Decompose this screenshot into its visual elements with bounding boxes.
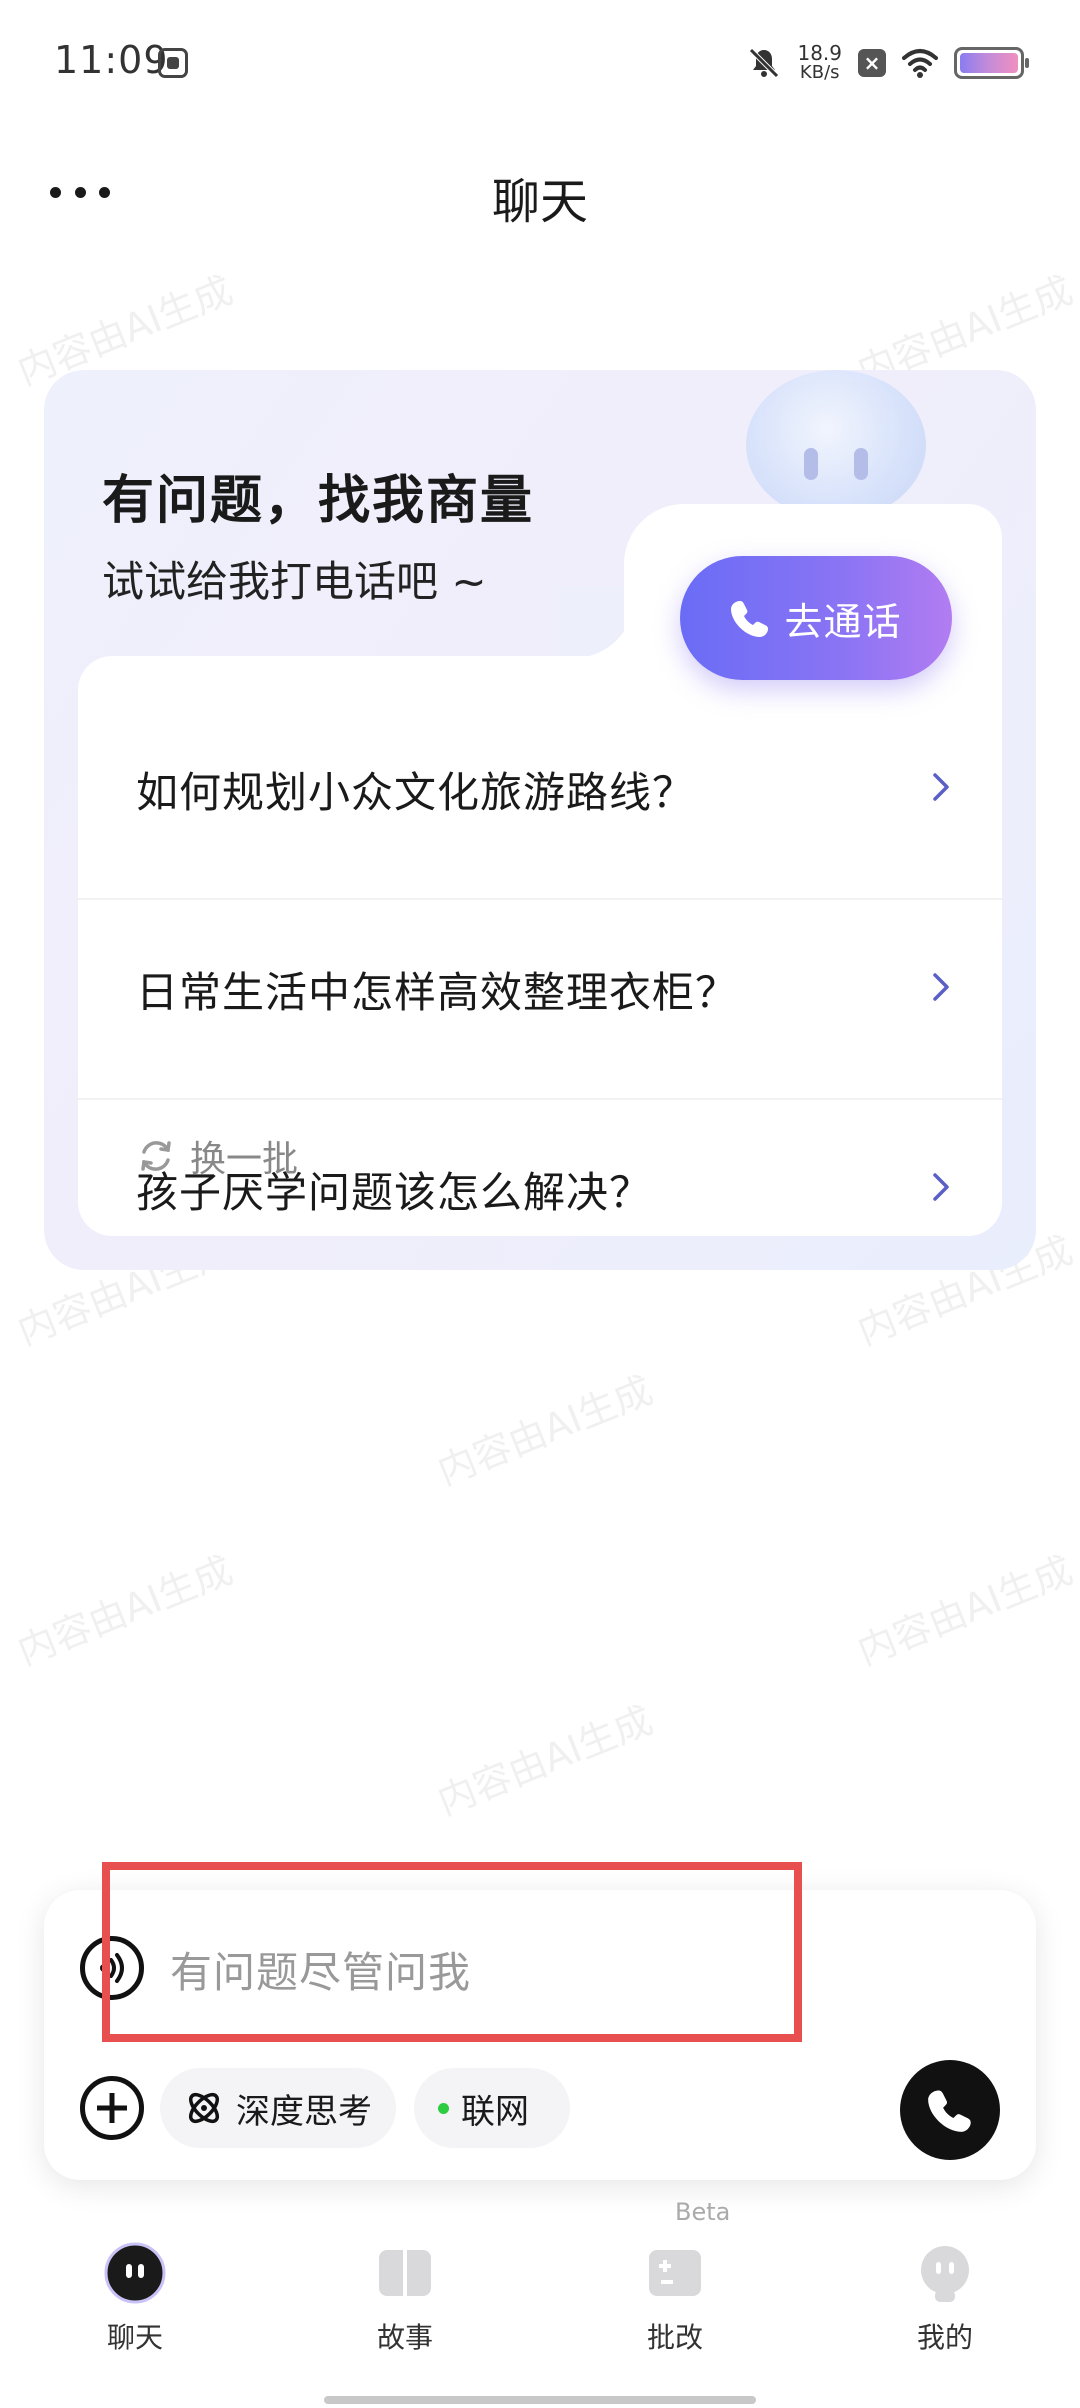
app-notification-icon: [158, 48, 188, 78]
question-text: 如何规划小众文化旅游路线？: [136, 767, 696, 817]
status-time: 11:09: [54, 38, 169, 82]
profile-icon: [913, 2242, 977, 2304]
nav-label: 我的: [916, 2321, 973, 2354]
page-title: 聊天: [491, 174, 588, 230]
nav-label: 批改: [646, 2321, 703, 2354]
book-icon: [373, 2242, 437, 2304]
divider: [78, 1098, 1002, 1100]
deep-think-toggle[interactable]: 深度思考: [160, 2068, 396, 2148]
phone-icon: [928, 2090, 971, 2132]
status-bar: 11:09 18.9 KB/s ×: [0, 0, 1080, 130]
watermark: 内容由AI生成: [431, 1367, 659, 1494]
battery-level: [960, 53, 1018, 73]
deep-think-label: 深度思考: [236, 2091, 372, 2132]
card-subtitle: 试试给我打电话吧 ~: [102, 557, 487, 606]
status-icons: 18.9 KB/s ×: [747, 40, 1029, 86]
add-attachment-icon[interactable]: [80, 2076, 144, 2140]
chevron-right-icon: [933, 973, 949, 1001]
nav-item-grade[interactable]: Beta 批改: [595, 2198, 755, 2370]
online-dot-icon: [438, 2102, 449, 2114]
grading-icon: [643, 2242, 707, 2304]
card-title: 有问题，找我商量: [102, 471, 535, 531]
watermark: 内容由AI生成: [11, 1547, 239, 1674]
net-speed: 18.9 KB/s: [797, 43, 842, 83]
question-item[interactable]: 日常生活中怎样高效整理衣柜？: [78, 914, 1002, 1064]
nav-label: 故事: [376, 2321, 433, 2354]
chevron-right-icon: [933, 773, 949, 801]
chevron-right-icon: [933, 1173, 949, 1201]
web-search-label: 联网: [461, 2091, 529, 2132]
refresh-button[interactable]: 换一批: [136, 1130, 298, 1182]
nav-item-mine[interactable]: 我的: [865, 2210, 1025, 2370]
battery-icon: [954, 47, 1029, 79]
chat-bot-icon: [103, 2242, 167, 2304]
atom-icon: [188, 2092, 220, 2124]
suggestion-card: 有问题，找我商量 试试给我打电话吧 ~ 去通话 如何规划小众文化旅游路线？ 日常…: [44, 370, 1036, 1270]
net-speed-unit: KB/s: [799, 62, 840, 83]
nav-item-chat[interactable]: 聊天: [55, 2210, 215, 2370]
close-box-icon: ×: [858, 49, 886, 77]
divider: [78, 898, 1002, 900]
home-indicator[interactable]: [324, 2396, 756, 2404]
voice-call-button[interactable]: [900, 2060, 1000, 2160]
header: 聊天: [0, 150, 1080, 240]
watermark: 内容由AI生成: [851, 1547, 1079, 1674]
net-speed-value: 18.9: [797, 41, 842, 65]
start-call-button[interactable]: 去通话: [680, 556, 952, 680]
refresh-icon: [141, 1141, 171, 1171]
wifi-icon: [902, 48, 938, 78]
start-call-label: 去通话: [784, 599, 902, 644]
question-text: 日常生活中怎样高效整理衣柜？: [136, 967, 739, 1017]
beta-badge: Beta: [675, 2198, 731, 2226]
mute-icon: [747, 46, 781, 80]
mascot-icon: [746, 370, 926, 520]
nav-label: 聊天: [106, 2321, 163, 2354]
refresh-label: 换一批: [190, 1139, 299, 1180]
nav-item-story[interactable]: 故事: [325, 2210, 485, 2370]
highlight-box: [102, 1862, 802, 2042]
web-search-toggle[interactable]: 联网: [414, 2068, 570, 2148]
question-item[interactable]: 如何规划小众文化旅游路线？: [78, 714, 1002, 864]
phone-icon: [730, 598, 770, 638]
bottom-nav: 聊天 故事 Beta 批改 我的: [0, 2198, 1080, 2390]
watermark: 内容由AI生成: [431, 1697, 659, 1824]
